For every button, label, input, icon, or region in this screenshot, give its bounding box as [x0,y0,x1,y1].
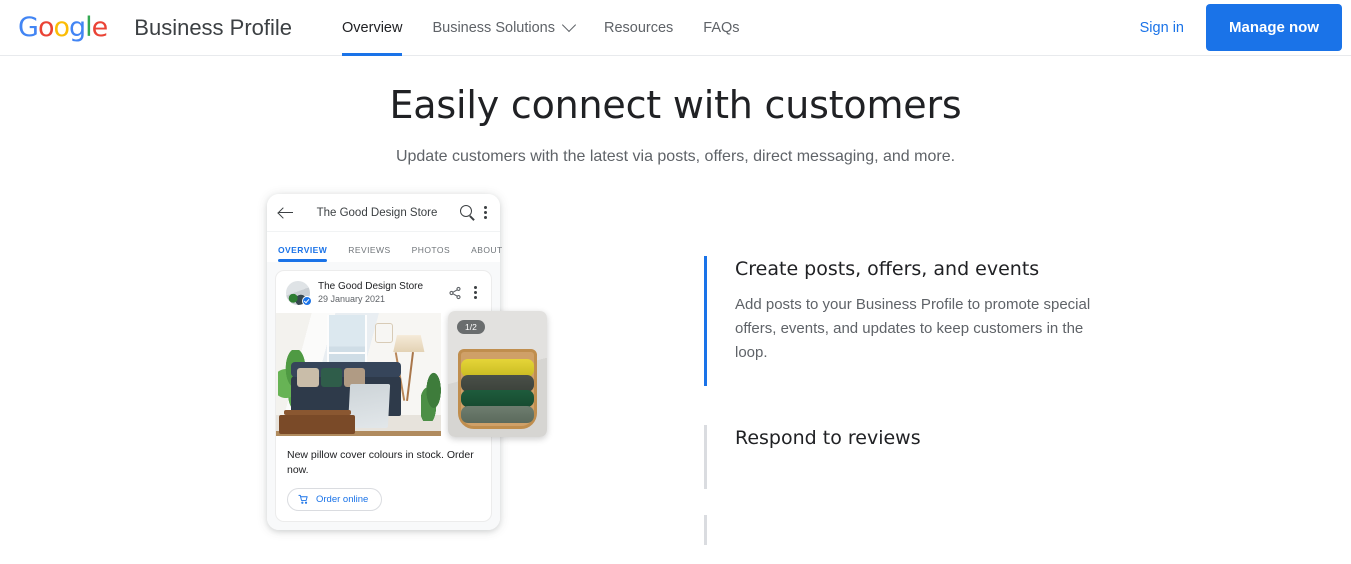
verified-badge-icon [302,295,312,306]
manage-now-button[interactable]: Manage now [1205,4,1342,51]
nav-label-overview: Overview [342,19,403,36]
google-logo[interactable]: Google [18,12,109,43]
post-meta: The Good Design Store 29 January 2021 [318,280,448,305]
phone-tabs: OVERVIEW REVIEWS PHOTOS ABOUT [267,232,503,262]
pillow-dark-gray-shape [460,375,535,392]
feature-item-third[interactable] [704,515,1104,545]
phone-body: The Good Design Store 29 January 2021 1/… [267,262,547,530]
image-counter-badge: 1/2 [457,320,485,334]
coffee-table-shape [279,409,356,434]
phone-tab-reviews[interactable]: REVIEWS [348,245,390,262]
more-options-icon[interactable] [484,206,487,219]
cushion-shape-1 [297,368,319,387]
content-area: The Good Design Store OVERVIEW REVIEWS P… [0,194,1351,545]
header-actions: Sign in Manage now [1140,0,1351,55]
phone-mockup: The Good Design Store OVERVIEW REVIEWS P… [267,194,547,530]
lamp-leg-shape [406,352,415,402]
post-header: The Good Design Store 29 January 2021 [276,271,491,313]
nav-item-overview[interactable]: Overview [327,0,417,56]
post-store-name: The Good Design Store [318,281,424,292]
phone-tab-overview[interactable]: OVERVIEW [278,245,328,262]
sign-in-link[interactable]: Sign in [1140,20,1184,36]
back-arrow-icon[interactable] [278,205,294,221]
order-online-button[interactable]: Order online [287,488,383,511]
nav-item-business-solutions[interactable]: Business Solutions [417,0,589,55]
page-title: Easily connect with customers [389,83,962,127]
cushion-shape-2 [320,368,342,387]
feature-list: Create posts, offers, and events Add pos… [704,256,1104,545]
post-text: New pillow cover colours in stock. Order… [287,449,474,476]
post-image-living-room[interactable] [276,313,441,436]
phone-tab-photos[interactable]: PHOTOS [412,245,450,262]
nav-item-resources[interactable]: Resources [589,0,688,55]
nav-label-business-solutions: Business Solutions [432,19,555,36]
hero-section: Easily connect with customers Update cus… [0,56,1351,166]
feature-title: Respond to reviews [735,427,921,449]
nav-label-faqs: FAQs [703,19,740,36]
post-card: The Good Design Store 29 January 2021 1/… [275,270,547,522]
wall-art-shape [375,322,394,343]
post-date: 29 January 2021 [318,294,386,304]
pillow-yellow-shape [460,358,535,377]
feature-title: Create posts, offers, and events [735,258,1040,280]
pillow-gray-green-shape [460,405,535,424]
chevron-down-icon [561,17,577,32]
post-image-pillows[interactable]: 1/2 [448,311,547,437]
logo-letter-o2: o [53,12,70,43]
avatar [286,280,312,306]
logo-letter-o1: o [37,12,55,43]
logo-letter-g2: g [69,12,86,43]
share-icon[interactable] [448,286,462,300]
pillow-green-shape [460,390,535,407]
nav-label-resources: Resources [603,19,674,36]
main-nav: Overview Business Solutions Resources FA… [327,0,755,56]
logo-letter-g1: G [18,12,39,43]
feature-item-respond-to-reviews[interactable]: Respond to reviews [704,425,1104,489]
post-more-options-icon[interactable] [474,286,477,299]
logo-letter-e: e [91,12,109,43]
product-name[interactable]: Business Profile [134,15,292,41]
page-subtitle: Update customers with the latest via pos… [395,148,956,165]
nav-item-faqs[interactable]: FAQs [688,0,754,55]
post-images: 1/2 [276,311,547,437]
site-header: Google Business Profile Overview Busines… [0,0,1351,56]
search-icon[interactable] [460,205,475,220]
phone-tab-about[interactable]: ABOUT [471,245,503,262]
lamp-shade-shape [393,335,425,353]
shopping-cart-icon [298,494,308,504]
feature-item-create-posts[interactable]: Create posts, offers, and events Add pos… [704,256,1104,386]
plant-shape-2 [421,369,441,422]
phone-title: The Good Design Store [316,206,438,219]
phone-topbar: The Good Design Store [267,194,500,232]
order-online-label: Order online [316,494,369,505]
feature-body: Add posts to your Business Profile to pr… [735,296,1091,361]
